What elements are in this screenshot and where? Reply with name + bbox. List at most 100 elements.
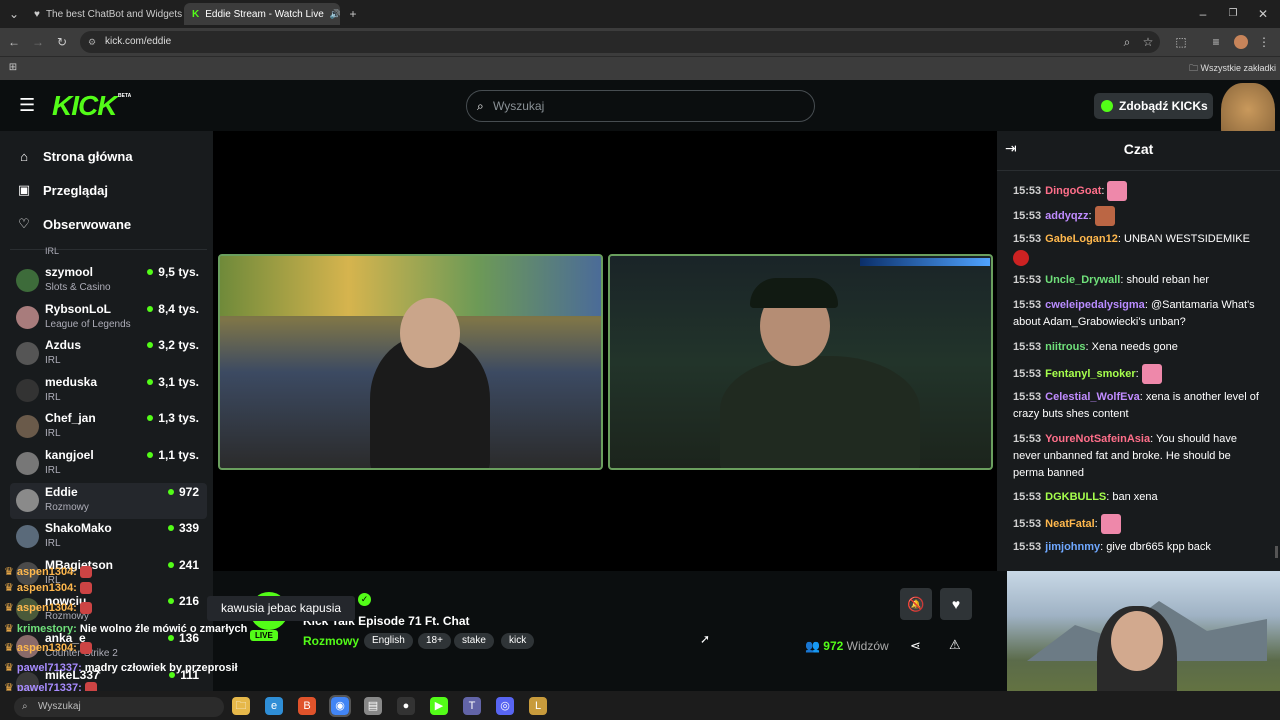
- chat-username[interactable]: GabeLogan12: [1045, 233, 1118, 245]
- stream-category-link[interactable]: Rozmowy: [303, 634, 359, 648]
- chat-username[interactable]: YoureNotSafeinAsia: [1045, 433, 1150, 445]
- overlay-username: aspen1304:: [16, 566, 77, 578]
- sidebar-channel-kangjoel[interactable]: kangjoel IRL 1,1 tys.: [10, 446, 207, 482]
- sidebar-channel-meduska[interactable]: meduska IRL 3,1 tys.: [10, 373, 207, 409]
- search-input[interactable]: ⌕ Wyszukaj: [466, 90, 815, 122]
- tab-search-icon[interactable]: ⌄: [4, 4, 24, 24]
- tag-18plus[interactable]: 18+: [418, 633, 451, 649]
- tab-chatbot[interactable]: ♥ The best ChatBot and Widgets ✕: [26, 3, 183, 25]
- overlay-username: aspen1304:: [16, 602, 77, 614]
- new-tab-icon[interactable]: +: [344, 4, 362, 24]
- chat-username[interactable]: niitrous: [1045, 341, 1085, 353]
- chat-message: 15:53 addyqzz:: [1013, 206, 1263, 226]
- zoom-icon[interactable]: ⌕: [1118, 32, 1136, 52]
- chrome-icon[interactable]: ◉: [329, 695, 351, 717]
- channel-viewers: 9,5 tys.: [147, 265, 199, 279]
- tag-stake[interactable]: stake: [454, 633, 494, 649]
- chat-divider: [997, 170, 1280, 171]
- league-icon[interactable]: L: [529, 697, 547, 715]
- kick-logo[interactable]: KICK: [52, 90, 117, 122]
- brave-icon[interactable]: B: [298, 697, 316, 715]
- chat-text: should reban her: [1126, 274, 1210, 286]
- get-kicks-button[interactable]: Zdobądź KICKs: [1094, 93, 1213, 119]
- hamburger-menu-icon[interactable]: ☰: [19, 96, 35, 114]
- site-info-icon[interactable]: ⚙: [88, 31, 96, 53]
- bookmark-star-icon[interactable]: ☆: [1139, 32, 1157, 52]
- nav-browse[interactable]: ▣ Przeglądaj: [17, 182, 108, 198]
- channel-viewers: 972: [168, 485, 199, 499]
- taskbar-search[interactable]: ⌕ Wyszukaj: [14, 697, 224, 717]
- video-feed-right: [608, 254, 993, 470]
- sidebar-channel-chef_jan[interactable]: Chef_jan IRL 1,3 tys.: [10, 409, 207, 445]
- emote-icon: [79, 602, 92, 615]
- chat-message: 15:53 DGKBULLS: ban xena: [1013, 491, 1158, 503]
- chat-message: 15:53 Celestial_WolfEva: xena is another …: [1013, 391, 1259, 420]
- channel-category: IRL: [45, 465, 61, 476]
- teams-icon[interactable]: T: [463, 697, 481, 715]
- chat-username[interactable]: cweleipedalysigma: [1045, 299, 1145, 311]
- obs-icon[interactable]: ●: [397, 697, 415, 715]
- notes-icon[interactable]: ▤: [364, 697, 382, 715]
- share-icon[interactable]: ⋖: [910, 638, 921, 654]
- beta-badge: BETA: [118, 93, 132, 99]
- back-icon[interactable]: ←: [5, 32, 23, 52]
- channel-viewers: 1,1 tys.: [147, 448, 199, 462]
- tab-eddie-stream[interactable]: K Eddie Stream - Watch Live 🔊 ✕: [184, 3, 340, 25]
- chat-text: give dbr665 kpp back: [1106, 541, 1211, 553]
- chat-scrollbar[interactable]: [1275, 546, 1278, 558]
- chat-username[interactable]: NeatFatal: [1045, 518, 1095, 530]
- channel-name: Eddie: [45, 484, 78, 499]
- sidebar-channel-shakomako[interactable]: ShakoMako IRL 339: [10, 519, 207, 555]
- notifications-off-button[interactable]: 🔕: [900, 588, 932, 620]
- url-field[interactable]: ⚙ kick.com/eddie: [80, 31, 1160, 53]
- forward-icon[interactable]: →: [29, 32, 47, 52]
- chat-message: 15:53 GabeLogan12: UNBAN WESTSIDEMIKE: [1013, 231, 1263, 266]
- chat-username[interactable]: Celestial_WolfEva: [1045, 391, 1140, 403]
- sidebar-channel-szymool[interactable]: szymool Slots & Casino 9,5 tys.: [10, 263, 207, 299]
- nav-home[interactable]: ⌂ Strona główna: [17, 149, 133, 164]
- window-close-icon[interactable]: ✕: [1254, 4, 1272, 24]
- sidebar-channel-azdus[interactable]: Azdus IRL 3,2 tys.: [10, 336, 207, 372]
- minimize-icon[interactable]: –: [1194, 4, 1212, 24]
- kick-app-icon[interactable]: ▶: [430, 697, 448, 715]
- chat-text: Xena needs gone: [1091, 341, 1178, 353]
- reading-list-icon[interactable]: ≡: [1207, 32, 1225, 52]
- nav-following[interactable]: ♡ Obserwowane: [17, 216, 131, 232]
- chat-username[interactable]: DingoGoat: [1045, 185, 1101, 197]
- chat-username[interactable]: Uncle_Drywall: [1045, 274, 1120, 286]
- chat-username[interactable]: DGKBULLS: [1045, 491, 1106, 503]
- badge-icon: ♛: [4, 582, 17, 594]
- tag-kick[interactable]: kick: [501, 633, 535, 649]
- reload-icon[interactable]: ↻: [53, 32, 71, 52]
- chat-username[interactable]: Fentanyl_smoker: [1045, 368, 1135, 380]
- badge-icon: ♛: [4, 623, 17, 635]
- tag-english[interactable]: English: [364, 633, 413, 649]
- chat-username[interactable]: addyqzz: [1045, 210, 1088, 222]
- avatar: [16, 305, 39, 329]
- emote-icon: [79, 582, 92, 595]
- restore-icon[interactable]: ❐: [1224, 4, 1242, 24]
- speaker-icon[interactable]: 🔊: [330, 9, 340, 20]
- all-bookmarks[interactable]: 🗀 Wszystkie zakładki: [1189, 61, 1276, 77]
- overlay-username: aspen1304:: [16, 582, 77, 594]
- apps-grid-icon[interactable]: ⊞: [4, 58, 22, 78]
- chat-time: 15:53: [1013, 299, 1042, 311]
- extensions-icon[interactable]: ⬚: [1172, 32, 1190, 52]
- search-icon: ⌕: [477, 99, 484, 113]
- sidebar-channel-rybsonlol[interactable]: RybsonLoL League of Legends 8,4 tys.: [10, 300, 207, 336]
- verified-icon: ✓: [358, 593, 371, 606]
- channel-category: IRL: [45, 538, 61, 550]
- avatar: [16, 452, 39, 475]
- heart-icon: ♡: [18, 216, 30, 231]
- edge-icon[interactable]: e: [265, 697, 283, 715]
- report-icon[interactable]: ⚠: [949, 637, 961, 653]
- discord-icon[interactable]: ◎: [496, 697, 514, 715]
- chat-username[interactable]: jimjohnmy: [1045, 541, 1100, 553]
- sidebar-channel-eddie[interactable]: Eddie Rozmowy 972: [10, 482, 207, 519]
- profile-avatar[interactable]: [1234, 35, 1248, 49]
- chat-time: 15:53: [1013, 274, 1042, 286]
- chat-message: 15:53 jimjohnmy: give dbr665 kpp back: [1013, 541, 1211, 553]
- menu-dots-icon[interactable]: ⋮: [1257, 32, 1271, 52]
- follow-button[interactable]: ♥: [940, 588, 972, 620]
- file-explorer-icon[interactable]: 🗀: [232, 697, 250, 715]
